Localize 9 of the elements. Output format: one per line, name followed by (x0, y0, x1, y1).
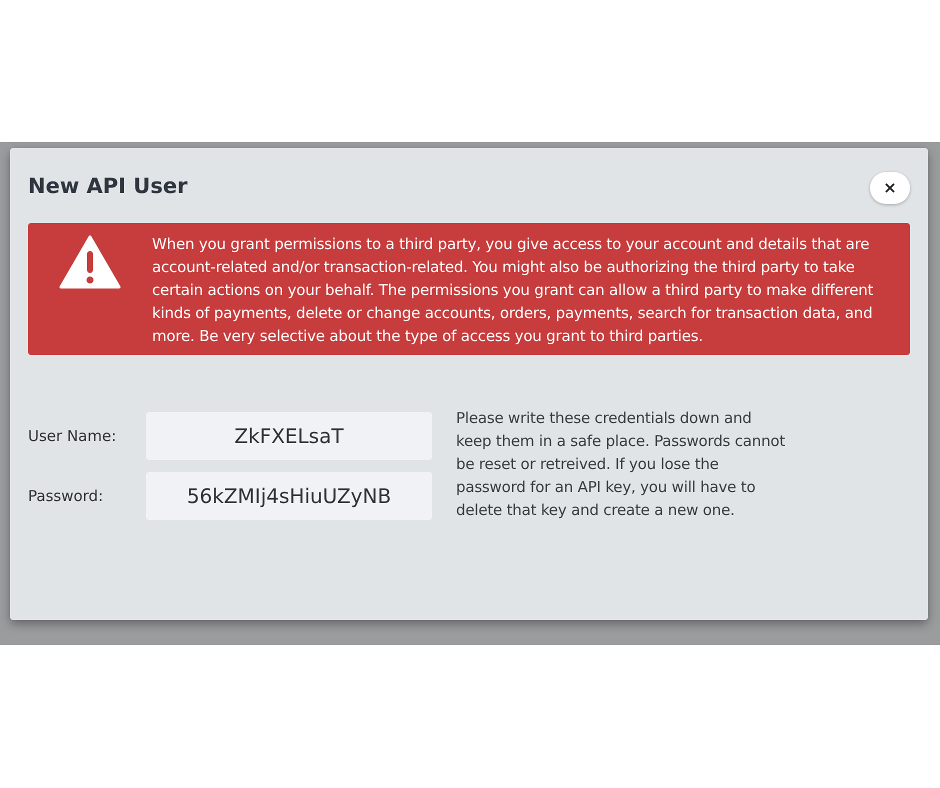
warning-text: When you grant permissions to a third party, you give access to your account and details that are account-related and/or transaction-related. You might also be authorizing the third party to take certain actions on your behalf. The permissions you grant can allow a third party to make different kinds of payments, delete or change accounts, orders, payments, search for transaction data, and more. Be very selective about the type of access you grant to third parties. (152, 234, 874, 347)
field-label: Password: (28, 486, 104, 507)
credential-field[interactable]: 56kZMIj4sHiuUZyNB (146, 472, 432, 520)
dialog-title: New API User (28, 173, 188, 200)
close-button[interactable]: × (870, 172, 910, 204)
credential-field[interactable]: ZkFXELsaT (146, 412, 432, 460)
credentials-note: Please write these credentials down and keep them in a safe place. Passwords cannot be reset or retreived. If you lose the password for an API key, you will have to delete that key and create a new one. (456, 408, 786, 521)
warning-icon (59, 235, 121, 289)
field-label: User Name: (28, 426, 118, 447)
